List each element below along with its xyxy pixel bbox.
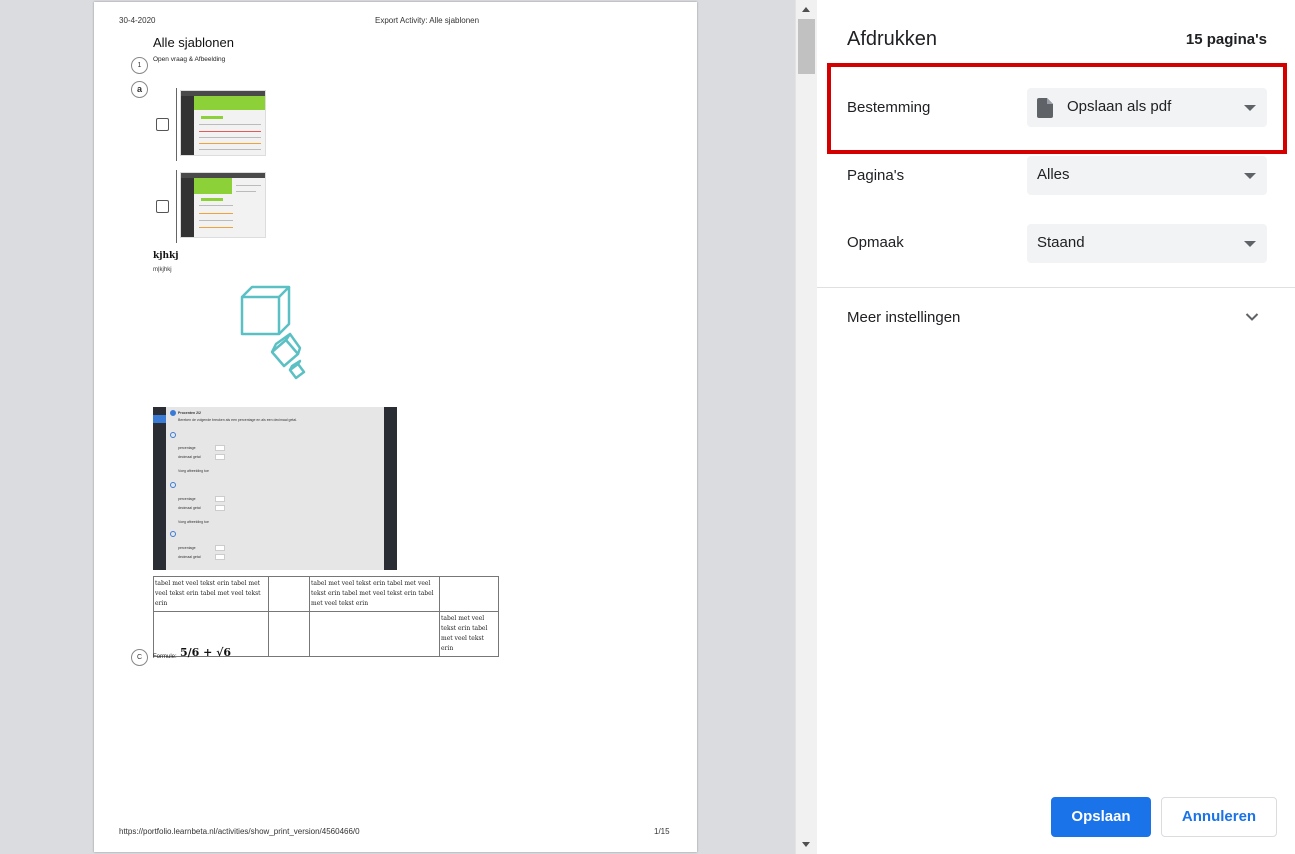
section-subtitle: m|kjhkj xyxy=(153,267,172,273)
shot-field-label: percentage xyxy=(178,546,196,550)
print-settings-panel: Afdrukken 15 pagina's Bestemming Opslaan… xyxy=(817,0,1295,854)
embedded-screenshot: Procenten 2/2 Bereken de volgende breuke… xyxy=(153,407,397,570)
question-subnumber: a xyxy=(131,81,148,98)
file-icon xyxy=(1037,98,1053,118)
shot-field-label: decimaal getal xyxy=(178,555,201,559)
layout-label: Opmaak xyxy=(847,234,904,251)
panel-title: Afdrukken xyxy=(847,28,938,50)
table-cell xyxy=(309,611,440,657)
pages-select[interactable]: Alles xyxy=(1027,156,1267,195)
page-footer-url: https://portfolio.learnbeta.nl/activitie… xyxy=(119,827,360,836)
destination-label: Bestemming xyxy=(847,99,931,116)
shot-field-label: percentage xyxy=(178,497,196,501)
formula-number: C xyxy=(131,649,148,666)
page-heading: Alle sjablonen xyxy=(153,35,234,50)
option-thumbnail xyxy=(180,172,266,238)
section-divider xyxy=(817,287,1295,288)
page-footer-number: 1/15 xyxy=(654,827,670,836)
option-divider xyxy=(176,170,177,243)
option-thumbnail xyxy=(180,90,266,156)
scroll-down-arrow-icon[interactable] xyxy=(802,842,810,847)
chevron-down-icon xyxy=(1244,241,1256,247)
shot-field-label: decimaal getal xyxy=(178,455,201,459)
shot-field-label: decimaal getal xyxy=(178,506,201,510)
shot-hint: Voeg afbeelding toe xyxy=(178,520,209,524)
scrollbar-thumb[interactable] xyxy=(798,19,815,74)
content-table: tabel met veel tekst erin tabel met veel… xyxy=(153,576,499,657)
destination-select[interactable]: Opslaan als pdf xyxy=(1027,88,1267,127)
print-preview-area: 30-4-2020 Export Activity: Alle sjablone… xyxy=(0,0,795,854)
table-cell: tabel met veel tekst erin tabel met veel… xyxy=(153,576,269,612)
chevron-down-icon xyxy=(1244,105,1256,111)
page-header-title: Export Activity: Alle sjablonen xyxy=(375,16,480,25)
preview-page: 30-4-2020 Export Activity: Alle sjablone… xyxy=(94,2,697,852)
shot-title: Procenten 2/2 xyxy=(178,411,201,415)
shot-instruction: Bereken de volgende breuken als een perc… xyxy=(178,418,298,422)
question-number: 1 xyxy=(131,57,148,74)
save-button[interactable]: Opslaan xyxy=(1051,797,1151,837)
table-cell xyxy=(268,611,310,657)
pages-value: Alles xyxy=(1037,166,1070,183)
layout-value: Staand xyxy=(1037,234,1085,251)
option-divider xyxy=(176,88,177,161)
option-checkbox xyxy=(156,118,169,131)
shot-field-label: percentage xyxy=(178,446,196,450)
table-row: tabel met veel tekst erin tabel met veel… xyxy=(153,576,499,612)
layout-select[interactable]: Staand xyxy=(1027,224,1267,263)
page-count: 15 pagina's xyxy=(1185,31,1267,48)
scroll-up-arrow-icon[interactable] xyxy=(802,7,810,12)
table-cell xyxy=(268,576,310,612)
option-checkbox xyxy=(156,200,169,213)
table-cell xyxy=(439,576,499,612)
chevron-down-icon[interactable] xyxy=(1245,312,1259,322)
page-header-date: 30-4-2020 xyxy=(119,16,156,25)
pages-label: Pagina's xyxy=(847,167,905,184)
shot-hint: Voeg afbeelding toe xyxy=(178,469,209,473)
section-title: kjhkj xyxy=(153,251,179,261)
table-cell: tabel met veel tekst erin tabel met veel… xyxy=(439,611,499,657)
destination-value: Opslaan als pdf xyxy=(1067,98,1172,115)
chevron-down-icon xyxy=(1244,173,1256,179)
formula-expression: 5/6 + √6 xyxy=(180,646,232,659)
cancel-button[interactable]: Annuleren xyxy=(1161,797,1277,837)
preview-scrollbar[interactable] xyxy=(795,0,817,854)
formula-label: Formule: xyxy=(153,654,177,660)
more-settings-toggle[interactable]: Meer instellingen xyxy=(847,309,960,326)
table-cell: tabel met veel tekst erin tabel met veel… xyxy=(309,576,440,612)
question-text: Open vraag & Afbeelding xyxy=(153,56,226,63)
cubes-illustration xyxy=(240,285,306,380)
